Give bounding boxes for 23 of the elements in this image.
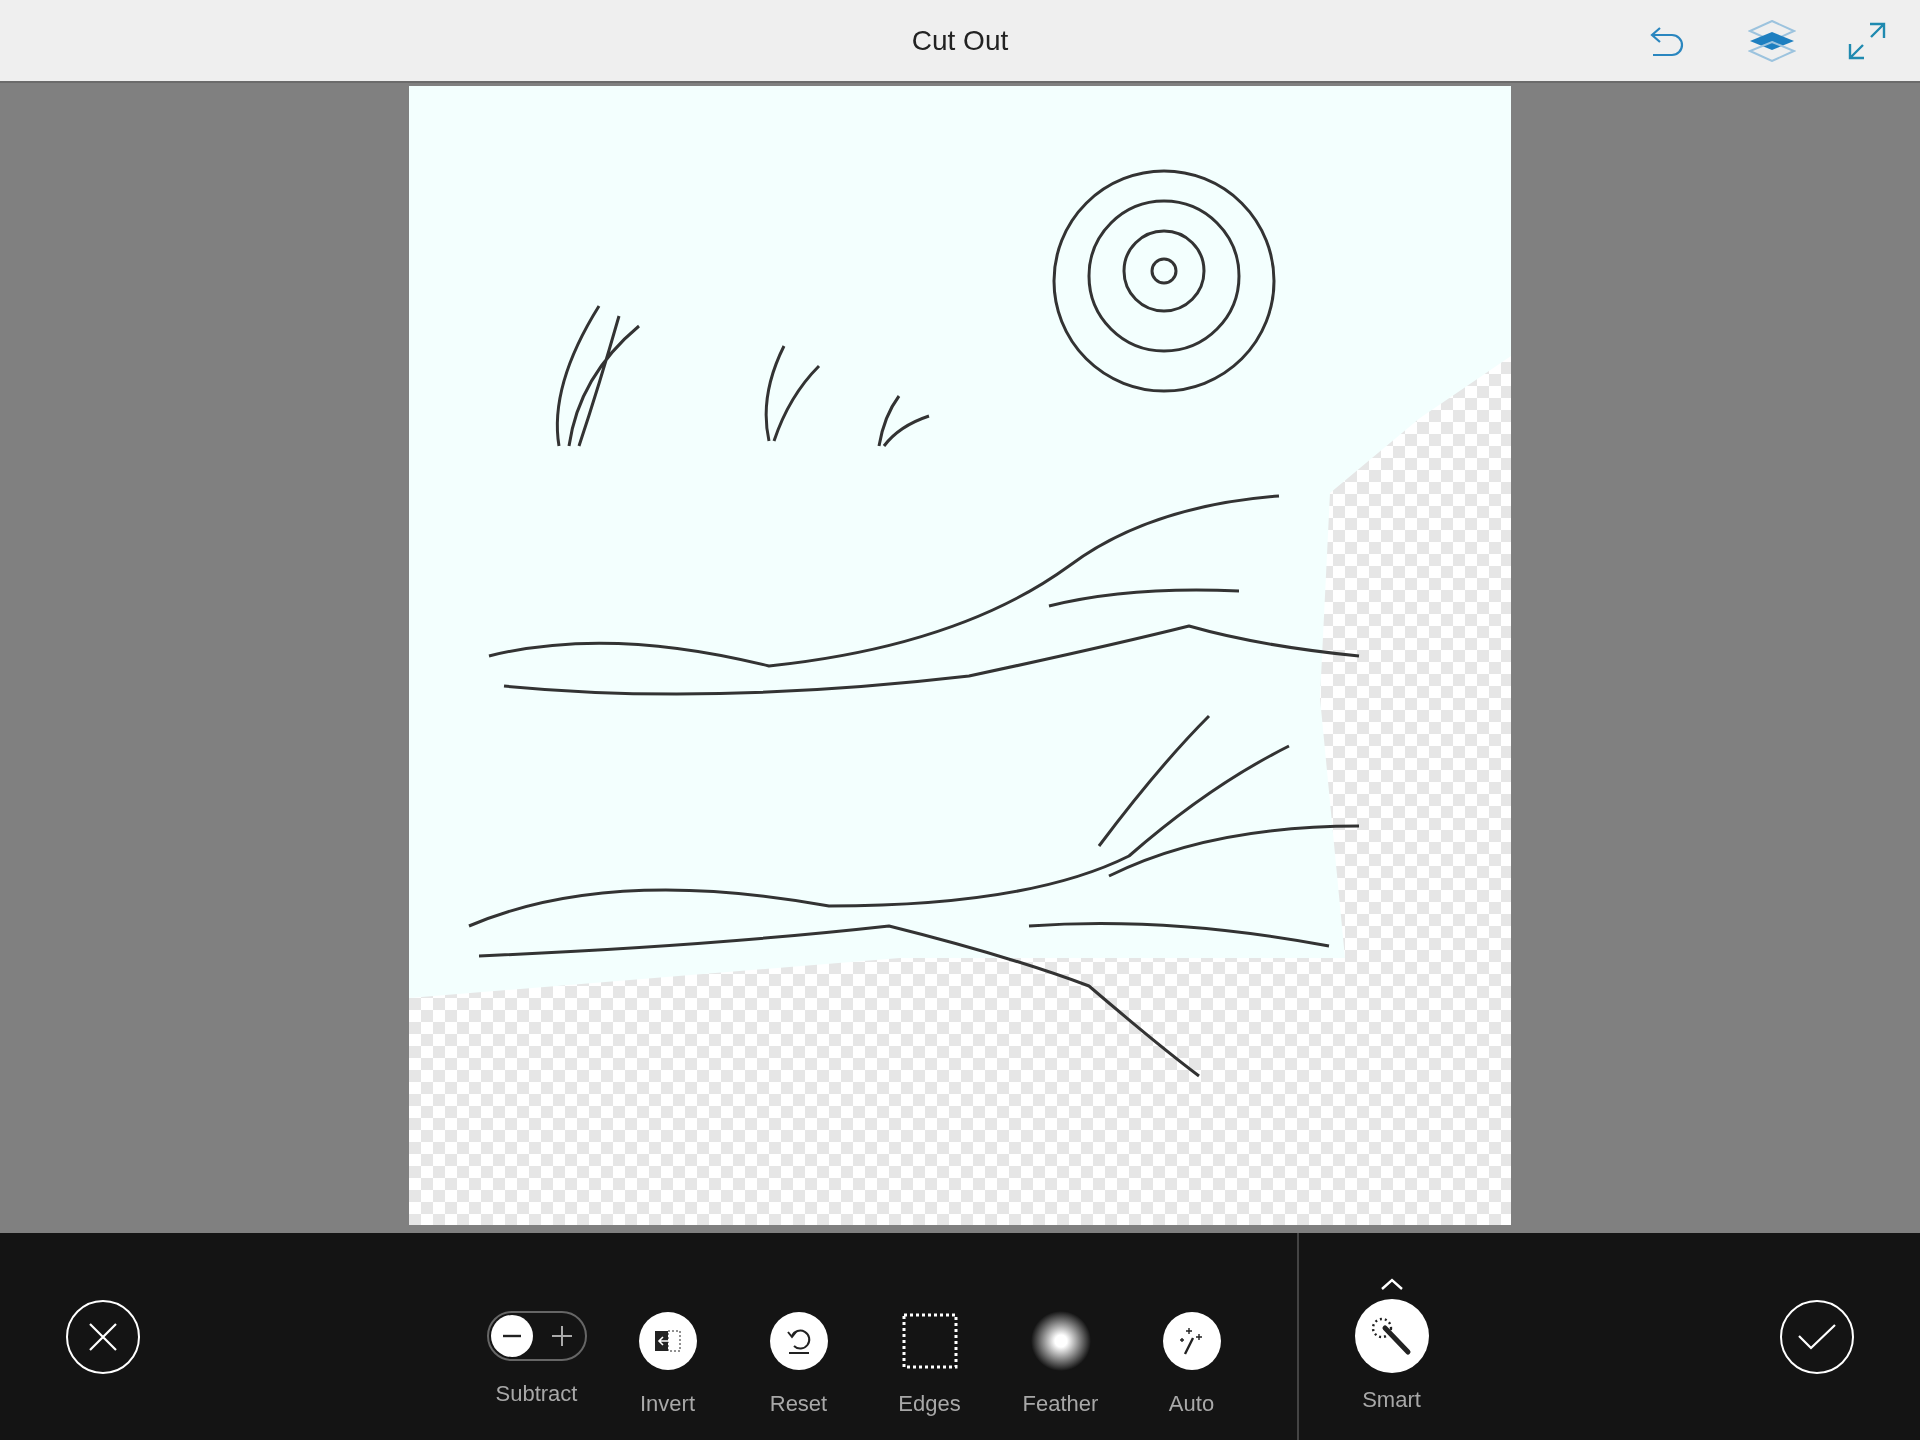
caret-up-icon[interactable]: [1379, 1277, 1404, 1291]
tool-label: Edges: [898, 1390, 961, 1418]
window-title: Cut Out: [911, 23, 1009, 58]
tool-label: Feather: [1022, 1390, 1099, 1418]
tool-label: Invert: [640, 1390, 695, 1418]
cancel-button[interactable]: [66, 1299, 140, 1374]
close-icon: [88, 1321, 118, 1352]
plus-icon: [551, 1326, 572, 1346]
checkmark-icon: [1797, 1321, 1837, 1352]
soft-glow-icon: [1030, 1311, 1091, 1371]
tool-label: Auto: [1168, 1390, 1215, 1418]
layers-icon[interactable]: [1748, 19, 1796, 62]
tool-label: Subtract: [495, 1380, 578, 1408]
edges-tool-button[interactable]: [901, 1311, 958, 1371]
confirm-button[interactable]: [1780, 1299, 1854, 1374]
tool-label: Reset: [769, 1390, 828, 1418]
feather-tool-button[interactable]: [1030, 1311, 1091, 1371]
expand-icon[interactable]: [1848, 21, 1886, 60]
tool-label: Smart: [1362, 1386, 1421, 1414]
subtract-add-toggle[interactable]: [486, 1311, 587, 1361]
invert-icon: [653, 1330, 682, 1352]
minus-icon: [502, 1334, 521, 1338]
dotted-square-icon: [901, 1313, 958, 1369]
